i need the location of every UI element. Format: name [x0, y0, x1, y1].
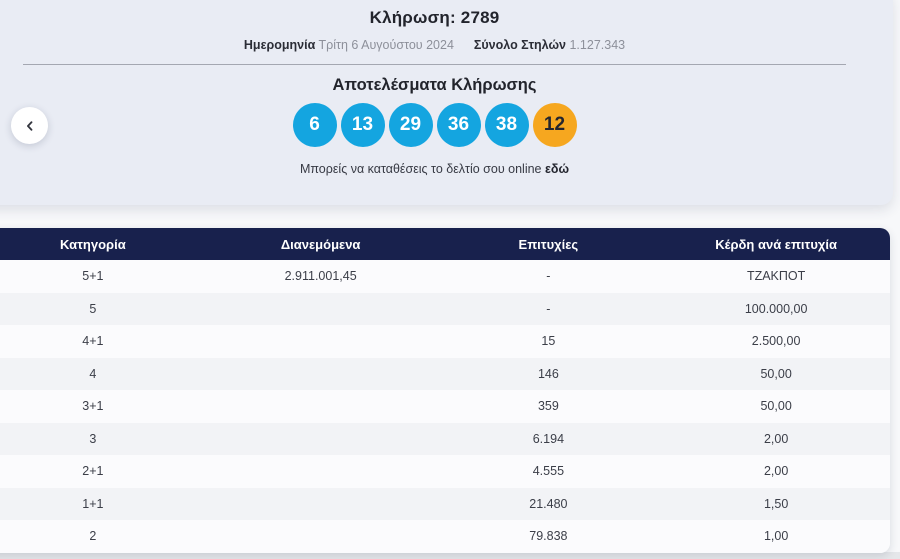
- table-cell: 2: [89, 529, 97, 544]
- table-cell: 359: [537, 399, 559, 414]
- table-cell: 1,50: [763, 496, 789, 511]
- table-cell: 50,00: [760, 399, 792, 414]
- table-body: 5+1 2.911.001,45 - ΤΖΑΚΠΟΤ 5 - 100.000,0…: [0, 260, 890, 553]
- table-header-row: Κατηγορία Διανεμόμενα Επιτυχίες Κέρδη αν…: [0, 228, 890, 260]
- table-cell: 79.838: [529, 529, 568, 544]
- table-row: 2 79.838 1,00: [0, 520, 890, 553]
- table-cell: ΤΖΑΚΠΟΤ: [746, 269, 806, 284]
- table-cell: 2.911.001,45: [284, 269, 357, 284]
- table-cell: 4+1: [82, 334, 104, 349]
- total-columns-label: Σύνολο Στηλών: [473, 38, 566, 52]
- deposit-link[interactable]: εδώ: [545, 162, 569, 176]
- results-title: Αποτελέσματα Κλήρωσης: [332, 76, 537, 94]
- divider: [23, 64, 846, 65]
- table-cell: 3+1: [82, 399, 104, 414]
- table-row: 4 146 50,00: [0, 357, 890, 390]
- table-cell: 2.500,00: [751, 334, 801, 349]
- table-cell: 1,00: [763, 529, 789, 544]
- header-cell-category: Κατηγορία: [60, 236, 126, 252]
- header-cell-winners: Επιτυχίες: [518, 236, 579, 252]
- table-cell: 6.194: [532, 431, 565, 446]
- winning-numbers: 6 13 29 36 38 12: [0, 103, 893, 147]
- prev-draw-button[interactable]: [11, 107, 48, 144]
- date-value: Τρίτη 6 Αυγούστου 2024: [318, 38, 454, 52]
- draw-title: Κλήρωση: 2789: [369, 8, 500, 27]
- page-background-strip: [0, 552, 900, 559]
- total-columns-value: 1.127.343: [569, 38, 626, 52]
- table-row: 3 6.194 2,00: [0, 422, 890, 455]
- number-ball: 29: [388, 103, 433, 147]
- table-cell: 3: [89, 431, 97, 446]
- results-table: Κατηγορία Διανεμόμενα Επιτυχίες Κέρδη αν…: [0, 228, 890, 553]
- table-cell: 2,00: [763, 464, 789, 479]
- table-row: 4+1 15 2.500,00: [0, 325, 890, 358]
- deposit-text: Μπορείς να καταθέσεις το δελτίο σου onli…: [299, 162, 542, 176]
- table-cell: -: [546, 269, 551, 284]
- total-columns: Σύνολο Στηλών 1.127.343: [474, 38, 625, 52]
- draw-date: Ημερομηνία Τρίτη 6 Αυγούστου 2024: [244, 38, 454, 52]
- header-cell-prize: Κέρδη ανά επιτυχία: [715, 236, 837, 252]
- table-cell: 1+1: [82, 496, 104, 511]
- table-cell: 2+1: [82, 464, 104, 479]
- joker-number-ball: 12: [532, 103, 577, 147]
- chevron-left-icon: [23, 119, 37, 133]
- date-label: Ημερομηνία: [243, 38, 316, 52]
- table-row: 2+1 4.555 2,00: [0, 455, 890, 488]
- table-row: 5 - 100.000,00: [0, 292, 890, 325]
- table-cell: 4: [89, 366, 97, 381]
- table-cell: 146: [537, 366, 559, 381]
- draw-card: Κλήρωση: 2789 Ημερομηνία Τρίτη 6 Αυγούστ…: [0, 0, 893, 205]
- table-cell: 5+1: [82, 269, 104, 284]
- table-cell: 4.555: [532, 464, 565, 479]
- draw-meta: Ημερομηνία Τρίτη 6 Αυγούστου 2024 Σύνολο …: [0, 38, 893, 52]
- table-cell: 2,00: [763, 431, 789, 446]
- table-cell: 21.480: [529, 496, 568, 511]
- table-cell: 50,00: [760, 366, 792, 381]
- table-row: 5+1 2.911.001,45 - ΤΖΑΚΠΟΤ: [0, 260, 890, 293]
- deposit-line: Μπορείς να καταθέσεις το δελτίο σου onli…: [0, 162, 893, 176]
- table-row: 3+1 359 50,00: [0, 390, 890, 423]
- number-ball: 38: [484, 103, 529, 147]
- header-cell-distributed: Διανεμόμενα: [280, 236, 361, 252]
- number-ball: 6: [292, 103, 337, 147]
- table-row: 1+1 21.480 1,50: [0, 487, 890, 520]
- table-cell: 15: [541, 334, 556, 349]
- table-cell: 100.000,00: [744, 301, 808, 316]
- table-cell: 5: [89, 301, 97, 316]
- number-ball: 13: [340, 103, 385, 147]
- table-cell: -: [546, 301, 551, 316]
- number-ball: 36: [436, 103, 481, 147]
